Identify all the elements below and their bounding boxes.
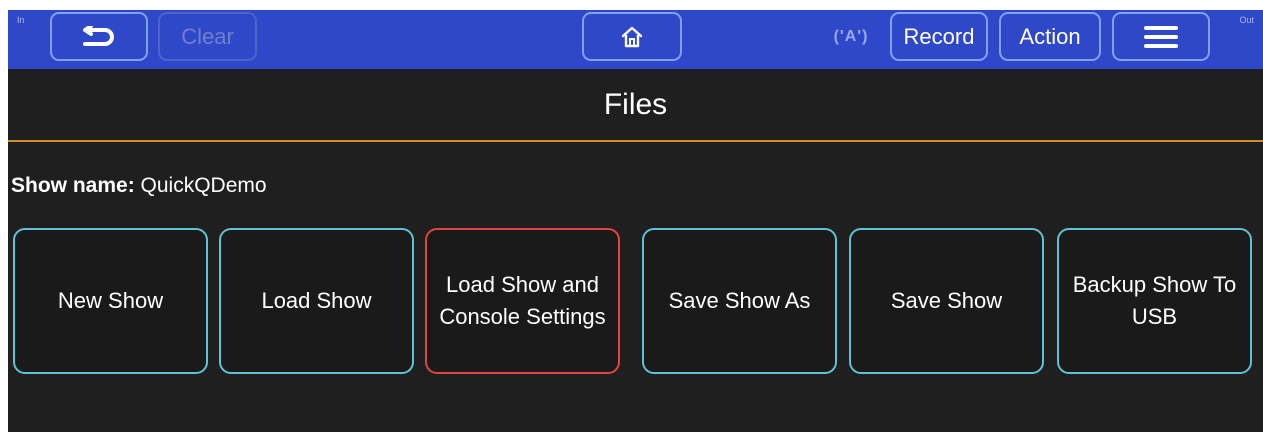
load-show-button[interactable]: Load Show [219,228,414,374]
action-button[interactable]: Action [999,12,1101,61]
load-show-and-console-settings-button[interactable]: Load Show and Console Settings [425,228,620,374]
files-screen: In Clear ('A') Record Action Out Files S… [8,10,1263,432]
show-name-row: Show name: QuickQDemo [11,174,267,198]
undo-arrow-icon [83,25,114,46]
show-name-value: QuickQDemo [140,174,267,197]
save-show-button[interactable]: Save Show [849,228,1044,374]
antenna-icon: ('A') [833,28,869,45]
home-button[interactable] [582,12,682,61]
in-indicator: In [17,15,25,25]
undo-button[interactable] [50,12,148,61]
backup-show-to-usb-button[interactable]: Backup Show To USB [1057,228,1252,374]
home-icon [621,26,643,47]
hamburger-menu-icon [1144,25,1178,48]
title-divider [8,140,1263,142]
menu-button[interactable] [1112,12,1210,61]
page-title: Files [603,88,668,121]
clear-button[interactable]: Clear [158,12,257,61]
new-show-button[interactable]: New Show [13,228,208,374]
record-button[interactable]: Record [890,12,988,61]
out-indicator: Out [1239,15,1254,25]
show-name-label: Show name: [11,174,135,197]
top-toolbar: In Clear ('A') Record Action Out [8,10,1263,69]
save-show-as-button[interactable]: Save Show As [642,228,837,374]
